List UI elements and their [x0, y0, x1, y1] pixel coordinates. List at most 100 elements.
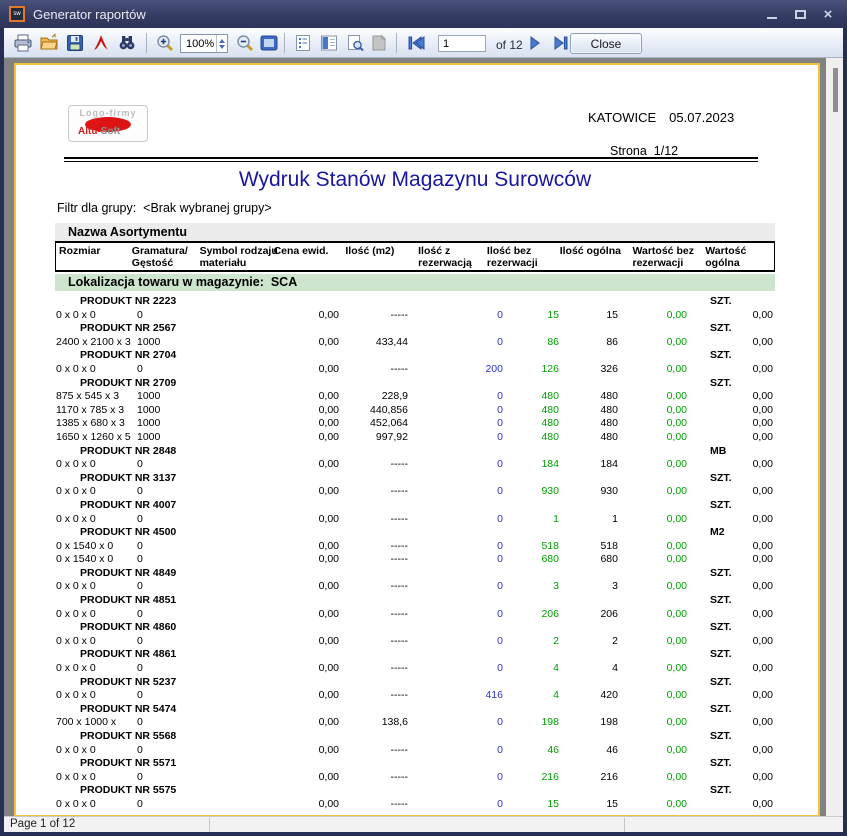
detail-row: 0 x 0 x 000,00-----0220,000,00 — [55, 635, 775, 649]
report-title: Wydruk Stanów Magazynu Surowców — [55, 168, 775, 192]
close-preview-button[interactable]: Close — [570, 33, 642, 54]
zoom-out-icon — [235, 33, 255, 53]
cell: 0 x 1540 x 0 — [55, 553, 131, 567]
cell: 480 — [503, 417, 559, 431]
cell: 1650 x 1260 x 5 — [55, 431, 131, 445]
location-band: Lokalizacja towaru w magazynie: SCA — [55, 274, 775, 291]
detail-row: 0 x 0 x 000,00-----41644200,000,00 — [55, 689, 775, 703]
cell: ----- — [339, 580, 408, 594]
cell: 0 — [408, 635, 503, 649]
two-page-view-button[interactable] — [318, 32, 340, 54]
whole-page-icon — [259, 33, 279, 53]
page-outline-button[interactable] — [292, 32, 314, 54]
maximize-button[interactable] — [791, 5, 809, 23]
scrollbar-thumb[interactable] — [833, 68, 838, 112]
cell — [185, 390, 270, 404]
cell: 0,00 — [687, 689, 773, 703]
cell: 2 — [503, 635, 559, 649]
cell: 15 — [503, 309, 559, 323]
close-window-button[interactable]: × — [819, 5, 837, 23]
cell: 0,00 — [687, 716, 773, 730]
zoom-in-button[interactable] — [154, 32, 176, 54]
zoom-out-button[interactable] — [234, 32, 256, 54]
cell: 0 — [408, 404, 503, 418]
cell: 0,00 — [270, 608, 339, 622]
cell: 0 — [131, 513, 185, 527]
print-options-button[interactable] — [344, 32, 366, 54]
cell: ----- — [339, 771, 408, 785]
cell: 206 — [559, 608, 618, 622]
cell: 46 — [503, 744, 559, 758]
minimize-button[interactable] — [763, 5, 781, 23]
cell: 480 — [559, 417, 618, 431]
edit-page-button[interactable] — [368, 32, 390, 54]
cell: 0 — [131, 458, 185, 472]
product-name: PRODUKT NR 5474 — [80, 703, 176, 715]
cell: 0,00 — [687, 404, 773, 418]
cell: 0 — [408, 580, 503, 594]
export-pdf-button[interactable] — [90, 32, 112, 54]
zoom-level-value: 100% — [181, 38, 216, 50]
table-body: PRODUKT NR 2223SZT.0 x 0 x 000,00-----01… — [55, 295, 775, 812]
cell: 0,00 — [270, 689, 339, 703]
cell: 480 — [503, 390, 559, 404]
cell: 0 x 1540 x 0 — [55, 540, 131, 554]
product-row: PRODUKT NR 5474 SZT. — [55, 703, 775, 717]
cell: 0,00 — [270, 417, 339, 431]
cell: 433,44 — [339, 336, 408, 350]
product-row: PRODUKT NR 2848MB — [55, 445, 775, 459]
detail-row: 0 x 0 x 000,00-----02062060,000,00 — [55, 608, 775, 622]
detail-row: 0 x 1540 x 000,00-----06806800,000,00 — [55, 553, 775, 567]
print-button[interactable] — [12, 32, 34, 54]
cell: 0,00 — [687, 580, 773, 594]
open-button[interactable] — [38, 32, 60, 54]
cell: 0 x 0 x 0 — [55, 458, 131, 472]
cell: 0 x 0 x 0 — [55, 580, 131, 594]
cell: 2 — [559, 635, 618, 649]
cell: 0,00 — [270, 404, 339, 418]
nav-next-button[interactable] — [524, 32, 546, 54]
statusbar-page-text: Page 1 of 12 — [10, 818, 75, 830]
cell: 3 — [503, 580, 559, 594]
export-pdf-icon — [91, 33, 111, 53]
cell: 0 — [408, 662, 503, 676]
product-row: PRODUKT NR 2567SZT. — [55, 322, 775, 336]
cell: 0 — [131, 485, 185, 499]
column-header: Ilość zrezerwacją — [415, 243, 484, 270]
cell: 0,00 — [270, 662, 339, 676]
cell: 184 — [559, 458, 618, 472]
zoom-level-select[interactable]: 100% — [180, 34, 228, 53]
product-unit: SZT. — [710, 349, 732, 363]
cell: 1170 x 785 x 3 — [55, 404, 131, 418]
cell: 0 — [131, 608, 185, 622]
cell: 0 — [131, 635, 185, 649]
product-row: PRODUKT NR 4851SZT. — [55, 594, 775, 608]
save-button[interactable] — [64, 32, 86, 54]
cell — [185, 458, 270, 472]
cell: 0 — [131, 363, 185, 377]
product-unit: SZT. — [710, 703, 732, 717]
find-button[interactable] — [116, 32, 138, 54]
cell: 0,00 — [687, 309, 773, 323]
cell — [185, 580, 270, 594]
detail-row: 2400 x 2100 x 310000,00433,44086860,000,… — [55, 336, 775, 350]
cell: 4 — [503, 689, 559, 703]
cell: 0 — [408, 458, 503, 472]
product-unit: SZT. — [710, 567, 732, 581]
cell: 0 — [131, 553, 185, 567]
cell: 0 — [131, 798, 185, 812]
zoom-spinner[interactable] — [216, 35, 227, 52]
nav-last-button[interactable] — [550, 32, 572, 54]
product-name: PRODUKT NR 4860 — [80, 621, 176, 633]
product-row: PRODUKT NR 4860SZT. — [55, 621, 775, 635]
cell: 0,00 — [618, 390, 687, 404]
cell: 930 — [503, 485, 559, 499]
cell: 1000 — [131, 404, 185, 418]
edit-page-icon — [369, 33, 389, 53]
vertical-scrollbar[interactable] — [826, 58, 843, 816]
page-number-input[interactable] — [438, 35, 486, 52]
cell: 0 — [408, 336, 503, 350]
cell: ----- — [339, 608, 408, 622]
section-title-band: Nazwa Asortymentu — [55, 223, 775, 241]
whole-page-button[interactable] — [258, 32, 280, 54]
